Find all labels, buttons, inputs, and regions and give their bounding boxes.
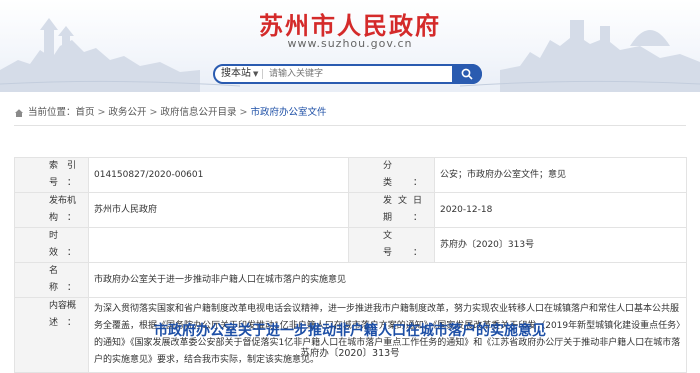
- site-title: 苏州市人民政府: [259, 11, 441, 40]
- validity-label: 时 效：: [14, 227, 89, 263]
- breadcrumb-separator: >: [97, 107, 106, 118]
- search-input[interactable]: [269, 66, 449, 82]
- search-bar: 搜本站 ▼: [213, 64, 482, 84]
- breadcrumb-separator: >: [239, 107, 248, 118]
- search-scope-dropdown[interactable]: 搜本站 ▼: [221, 67, 258, 81]
- breadcrumb-home[interactable]: 首页: [76, 106, 95, 120]
- title-value: 市政府办公室关于进一步推动非户籍人口在城市落户的实施意见: [88, 262, 687, 298]
- breadcrumb-current[interactable]: 市政府办公室文件: [250, 106, 326, 120]
- search-icon: [461, 68, 473, 80]
- validity-value: [88, 227, 349, 263]
- date-value: 2020-12-18: [434, 192, 687, 228]
- index-value: 014150827/2020-00601: [88, 157, 349, 193]
- document-number: 苏府办〔2020〕313号: [300, 348, 400, 359]
- publisher-value: 苏州市人民政府: [88, 192, 349, 228]
- search-divider: [262, 69, 263, 79]
- index-label: 索 引 号：: [14, 157, 89, 193]
- category-label: 分 类：: [348, 157, 435, 193]
- search-button[interactable]: [452, 64, 482, 84]
- publisher-label: 发布机构：: [14, 192, 89, 228]
- docno-value: 苏府办〔2020〕313号: [434, 227, 687, 263]
- table-row: 名 称： 市政府办公室关于进一步推动非户籍人口在城市落户的实施意见: [14, 262, 687, 298]
- breadcrumb-prefix: 当前位置：: [28, 107, 76, 118]
- table-row: 索 引 号： 014150827/2020-00601 分 类： 公安；市政府办…: [14, 157, 687, 193]
- date-label: 发文日期：: [348, 192, 435, 228]
- home-icon: [15, 109, 23, 117]
- table-row: 时 效： 文 号： 苏府办〔2020〕313号: [14, 227, 687, 263]
- chevron-down-icon: ▼: [253, 70, 259, 78]
- breadcrumb-separator: >: [149, 107, 158, 118]
- breadcrumb: 当前位置：首页 > 政务公开 > 政府信息公开目录 > 市政府办公室文件: [14, 106, 326, 120]
- site-domain: www.suzhou.gov.cn: [287, 37, 413, 50]
- breadcrumb-catalog[interactable]: 政府信息公开目录: [160, 106, 236, 120]
- title-label: 名 称：: [14, 262, 89, 298]
- docno-label: 文 号：: [348, 227, 435, 263]
- breadcrumb-divider: [14, 125, 686, 126]
- document-metadata-table: 索 引 号： 014150827/2020-00601 分 类： 公安；市政府办…: [14, 157, 687, 373]
- category-value: 公安；市政府办公室文件；意见: [434, 157, 687, 193]
- breadcrumb-gov-affairs[interactable]: 政务公开: [109, 106, 147, 120]
- site-header: 苏州市人民政府 www.suzhou.gov.cn 搜本站 ▼: [0, 0, 700, 92]
- table-row: 发布机构： 苏州市人民政府 发文日期： 2020-12-18: [14, 192, 687, 228]
- document-title: 市政府办公室关于进一步推动非户籍人口在城市落户的实施意见: [154, 323, 546, 339]
- search-scope-label: 搜本站: [221, 68, 251, 79]
